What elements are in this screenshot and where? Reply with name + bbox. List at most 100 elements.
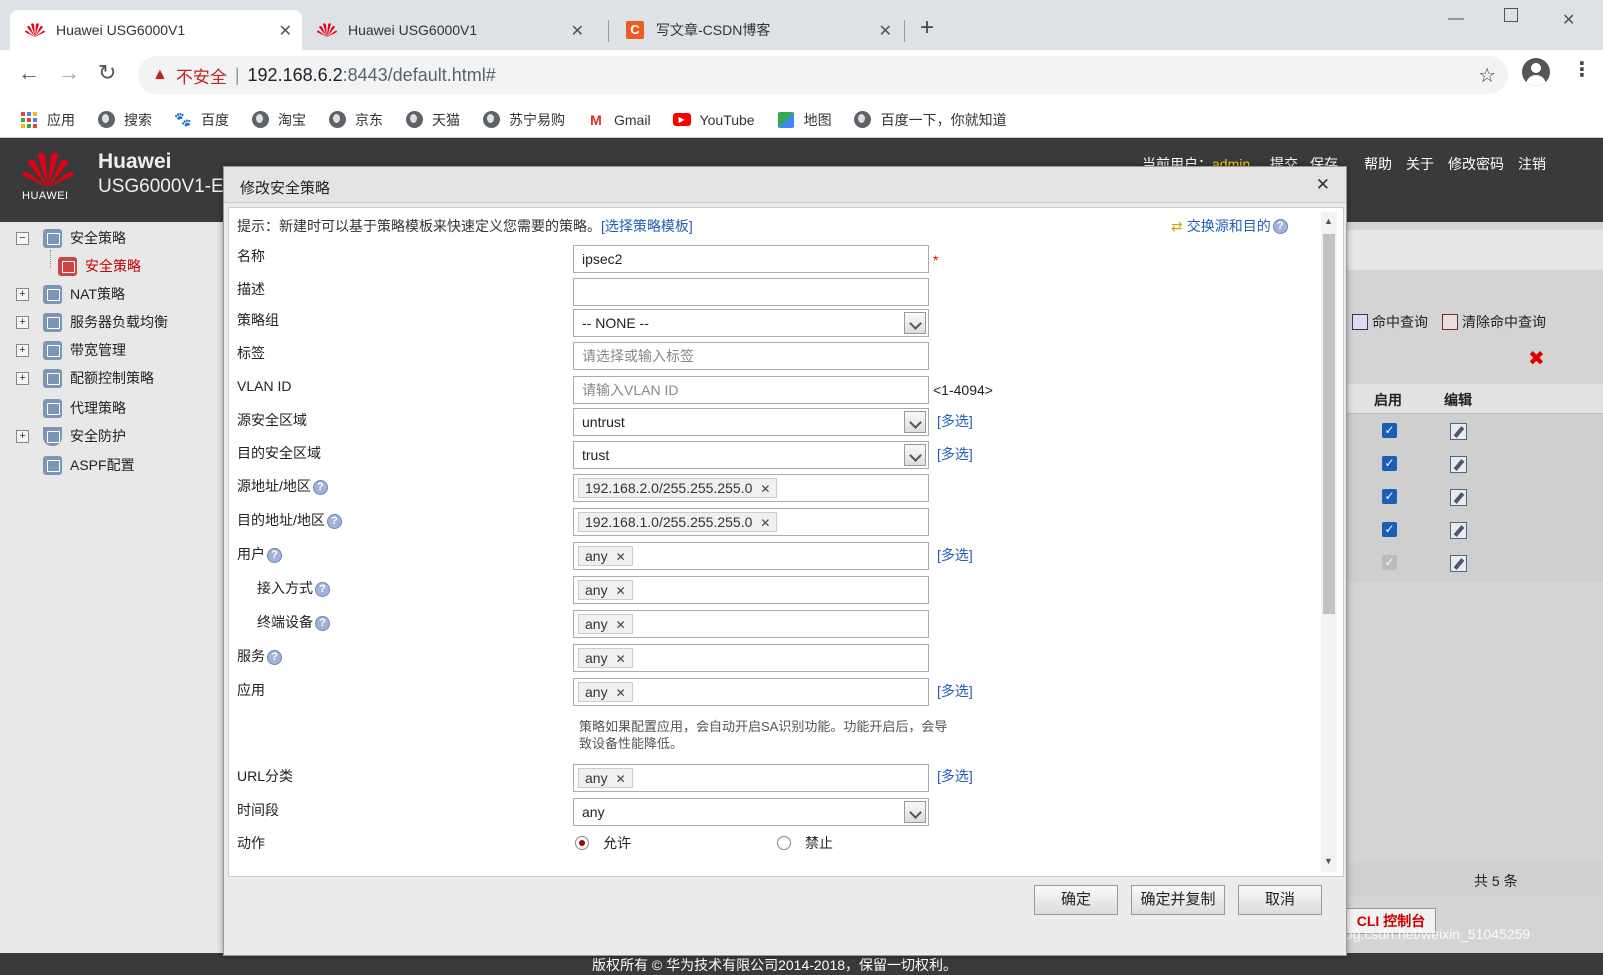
help-icon[interactable]: ? <box>267 547 282 563</box>
access-input[interactable]: any ✕ <box>573 576 929 604</box>
close-icon[interactable]: ✕ <box>279 21 292 41</box>
vlan-input[interactable]: 请输入VLAN ID <box>573 376 929 404</box>
edit-icon[interactable] <box>1450 423 1467 440</box>
chevron-down-icon[interactable] <box>904 411 926 433</box>
delete-x-icon[interactable]: ✖ <box>1528 346 1545 371</box>
radio-unchecked-icon[interactable] <box>777 836 791 850</box>
help-icon[interactable]: ? <box>326 513 342 529</box>
bookmark-search[interactable]: 搜索 <box>97 110 152 130</box>
edit-icon[interactable] <box>1450 522 1467 539</box>
description-input[interactable] <box>573 278 929 306</box>
chevron-down-icon[interactable] <box>904 444 926 466</box>
help-link[interactable]: 帮助 <box>1364 154 1392 174</box>
dialog-close-icon[interactable]: ✕ <box>1316 175 1330 195</box>
src-addr-input[interactable]: 192.168.2.0/255.255.255.0 ✕ <box>573 474 929 502</box>
help-icon[interactable]: ? <box>267 649 282 665</box>
sidebar-item-security-policy[interactable]: 安全策略 <box>58 256 141 276</box>
close-icon[interactable]: ✕ <box>571 21 584 41</box>
bookmark-baidu-search[interactable]: 百度一下，你就知道 <box>854 110 1007 130</box>
window-close-icon[interactable]: ✕ <box>1562 10 1575 30</box>
expand-icon[interactable]: + <box>16 287 29 301</box>
hit-query-button[interactable]: 命中查询 <box>1352 312 1428 332</box>
policy-group-select[interactable]: -- NONE -- <box>573 309 929 337</box>
select-template-link[interactable]: [选择策略模板] <box>601 218 693 234</box>
bookmark-taobao[interactable]: 淘宝 <box>251 110 306 130</box>
sidebar-item-bandwidth[interactable]: + 带宽管理 <box>16 340 126 360</box>
back-arrow-icon[interactable]: ← <box>18 62 40 84</box>
bookmark-youtube[interactable]: ▶ YouTube <box>672 111 755 129</box>
bookmark-jd[interactable]: 京东 <box>328 110 383 130</box>
scrollbar-thumb[interactable] <box>1323 234 1335 614</box>
remove-icon[interactable]: ✕ <box>616 618 626 632</box>
expand-icon[interactable]: + <box>16 343 29 357</box>
change-password-link[interactable]: 修改密码 <box>1448 154 1504 174</box>
remove-icon[interactable]: ✕ <box>760 516 770 530</box>
dialog-scrollbar[interactable]: ▲ ▼ <box>1321 212 1337 872</box>
help-icon[interactable]: ? <box>1272 218 1288 234</box>
new-tab-button[interactable]: + <box>920 16 934 40</box>
help-icon[interactable]: ? <box>315 615 330 631</box>
edit-icon[interactable] <box>1450 456 1467 473</box>
name-input[interactable]: ipsec2 <box>573 245 929 273</box>
remove-icon[interactable]: ✕ <box>616 652 626 666</box>
enable-checkbox[interactable]: ✓ <box>1382 489 1397 504</box>
bookmark-apps[interactable]: 应用 <box>20 110 75 130</box>
profile-avatar-icon[interactable] <box>1522 58 1550 86</box>
sidebar-item-nat[interactable]: + NAT策略 <box>16 284 125 304</box>
tab-huawei-1[interactable]: Huawei USG6000V1 ✕ <box>10 10 302 50</box>
user-input[interactable]: any ✕ <box>573 542 929 570</box>
scroll-down-icon[interactable]: ▼ <box>1324 856 1333 866</box>
url-multiselect-link[interactable]: [多选] <box>937 766 973 786</box>
expand-icon[interactable]: + <box>16 429 29 443</box>
tag-input[interactable]: 请选择或输入标签 <box>573 342 929 370</box>
sidebar-item-slb[interactable]: + 服务器负载均衡 <box>16 312 168 332</box>
tab-huawei-2[interactable]: Huawei USG6000V1 ✕ <box>302 10 594 50</box>
src-zone-multiselect-link[interactable]: [多选] <box>937 411 973 431</box>
address-bar[interactable]: ▲ 不安全 | 192.168.6.2:8443/default.html# ☆ <box>138 56 1508 94</box>
remove-icon[interactable]: ✕ <box>760 482 770 496</box>
dst-zone-multiselect-link[interactable]: [多选] <box>937 444 973 464</box>
about-link[interactable]: 关于 <box>1406 154 1434 174</box>
application-input[interactable]: any ✕ <box>573 678 929 706</box>
sidebar-item-security-policy-group[interactable]: − 安全策略 <box>16 228 126 248</box>
logout-link[interactable]: 注销 <box>1518 154 1546 174</box>
reload-icon[interactable]: ↻ <box>98 62 116 84</box>
service-input[interactable]: any ✕ <box>573 644 929 672</box>
user-multiselect-link[interactable]: [多选] <box>937 545 973 565</box>
remove-icon[interactable]: ✕ <box>616 686 626 700</box>
cancel-button[interactable]: 取消 <box>1238 885 1322 915</box>
menu-kebab-icon[interactable]: ⋮ <box>1572 60 1592 80</box>
expand-icon[interactable]: + <box>16 315 29 329</box>
remove-icon[interactable]: ✕ <box>616 772 626 786</box>
forward-arrow-icon[interactable]: → <box>58 62 80 84</box>
application-multiselect-link[interactable]: [多选] <box>937 681 973 701</box>
scroll-up-icon[interactable]: ▲ <box>1324 216 1333 226</box>
remove-icon[interactable]: ✕ <box>616 550 626 564</box>
terminal-input[interactable]: any ✕ <box>573 610 929 638</box>
url-category-input[interactable]: any ✕ <box>573 764 929 792</box>
sidebar-item-proxy[interactable]: 代理策略 <box>43 398 126 418</box>
sidebar-item-aspf[interactable]: ASPF配置 <box>43 455 135 475</box>
collapse-icon[interactable]: − <box>16 231 29 245</box>
radio-checked-icon[interactable] <box>575 836 589 850</box>
enable-checkbox[interactable]: ✓ <box>1382 522 1397 537</box>
remove-icon[interactable]: ✕ <box>616 584 626 598</box>
maximize-icon[interactable] <box>1504 8 1518 22</box>
bookmark-suning[interactable]: 苏宁易购 <box>482 110 565 130</box>
help-icon[interactable]: ? <box>315 581 330 597</box>
ok-and-copy-button[interactable]: 确定并复制 <box>1131 885 1225 915</box>
expand-icon[interactable]: + <box>16 371 29 385</box>
bookmark-maps[interactable]: 地图 <box>777 110 832 130</box>
bookmark-gmail[interactable]: M Gmail <box>587 111 650 129</box>
enable-checkbox[interactable]: ✓ <box>1382 555 1397 570</box>
dst-zone-select[interactable]: trust <box>573 441 929 469</box>
sidebar-item-quota[interactable]: + 配额控制策略 <box>16 368 154 388</box>
edit-icon[interactable] <box>1450 555 1467 572</box>
action-deny-radio[interactable]: 禁止 <box>777 833 833 853</box>
enable-checkbox[interactable]: ✓ <box>1382 456 1397 471</box>
ok-button[interactable]: 确定 <box>1034 885 1118 915</box>
src-zone-select[interactable]: untrust <box>573 408 929 436</box>
bookmark-baidu[interactable]: 🐾 百度 <box>174 110 229 130</box>
swap-src-dst-link[interactable]: ⇄ 交换源和目的? <box>1171 216 1288 236</box>
sidebar-item-protection[interactable]: + 安全防护 <box>16 426 126 446</box>
